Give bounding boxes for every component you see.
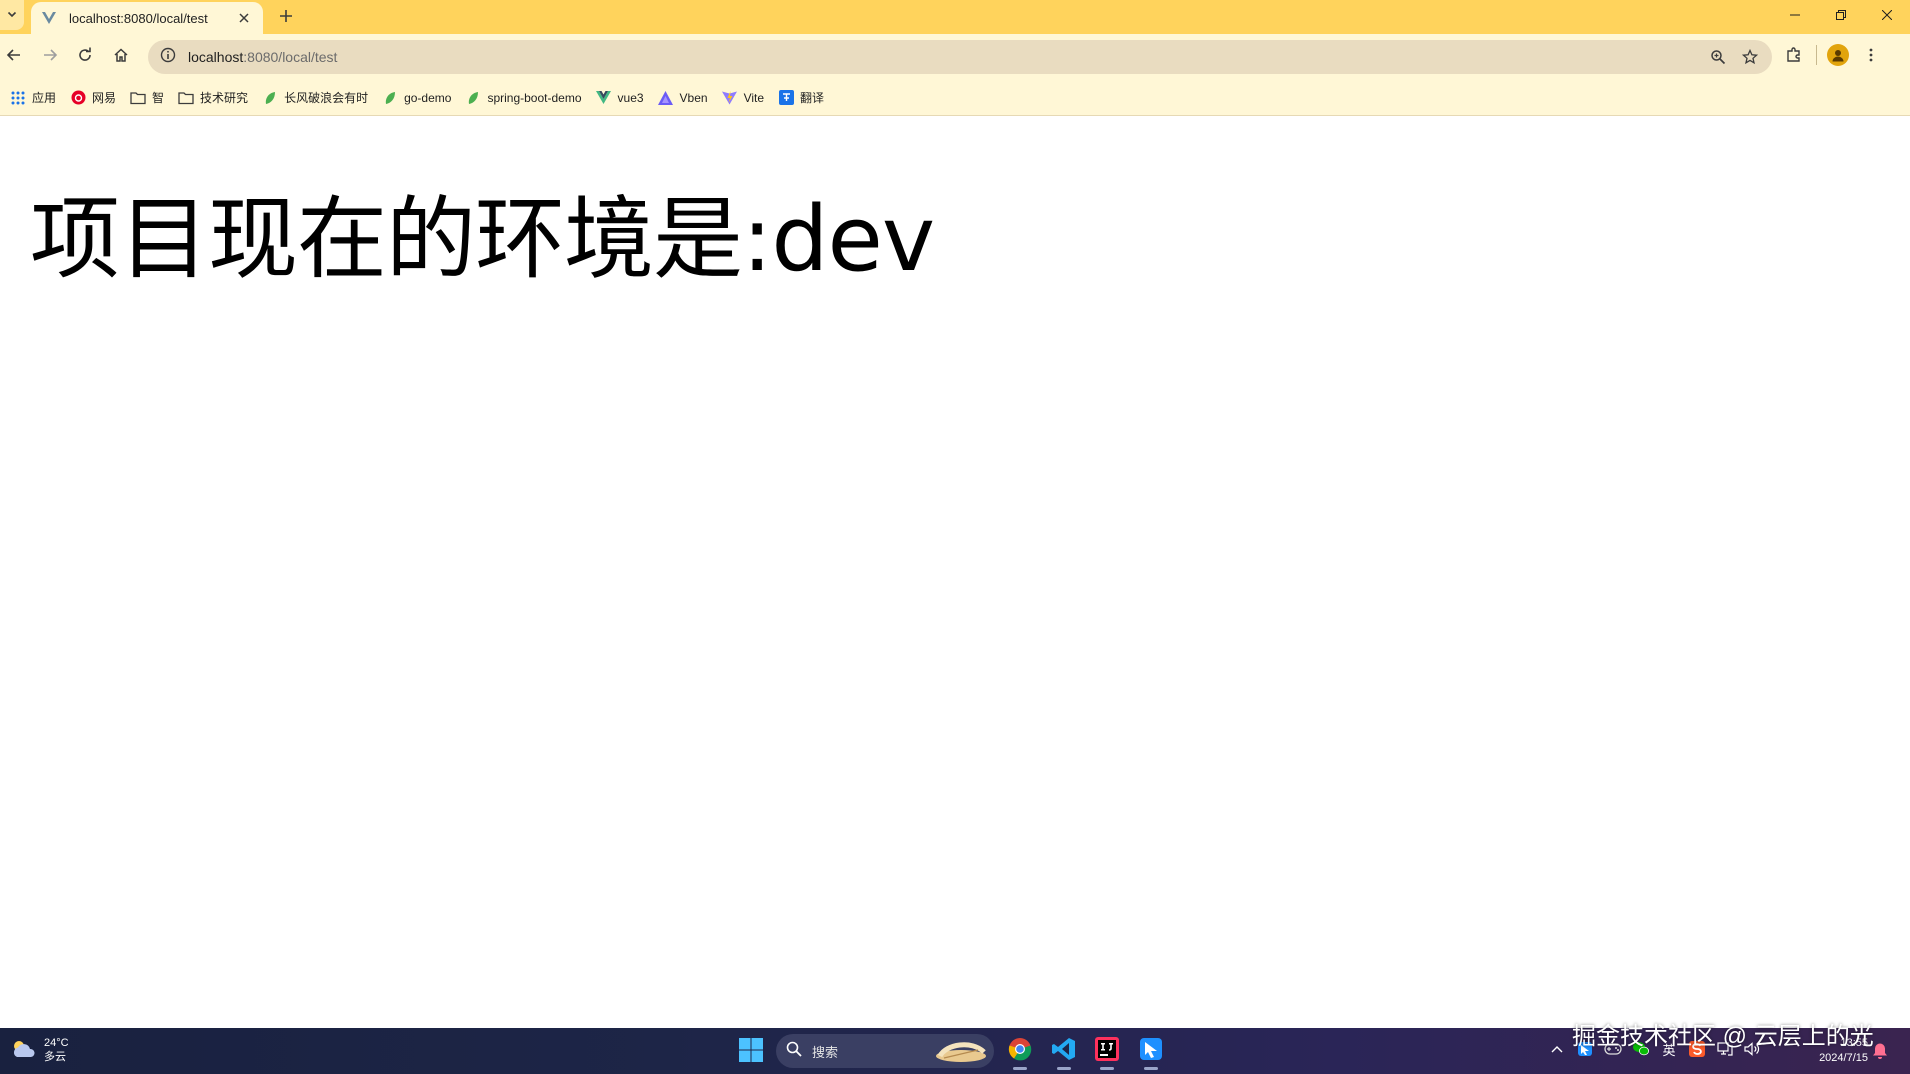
weather-condition: 多云 — [44, 1051, 66, 1063]
home-button[interactable] — [107, 43, 135, 71]
running-indicator — [1144, 1067, 1158, 1070]
back-button[interactable] — [0, 43, 28, 71]
close-tab-icon[interactable] — [235, 9, 253, 27]
bookmark-folder-tech-research[interactable]: 技术研究 — [171, 84, 255, 112]
plus-icon — [279, 3, 293, 29]
tab-strip: localhost:8080/local/test — [0, 0, 1910, 34]
taskbar-search-placeholder: 搜索 — [812, 1044, 839, 1060]
bookmark-star-icon[interactable] — [1738, 45, 1762, 69]
extensions-icon[interactable] — [1782, 43, 1806, 67]
bookmark-label: Vben — [679, 90, 708, 105]
restore-icon — [1836, 7, 1846, 23]
translate-icon — [778, 90, 794, 106]
bookmark-label: 智 — [152, 91, 165, 105]
running-indicator — [1057, 1067, 1071, 1070]
site-info-icon[interactable] — [160, 47, 176, 68]
taskbar-intellij[interactable] — [1091, 1035, 1123, 1070]
leaf-icon — [262, 90, 278, 106]
weather-widget[interactable]: 24°C 多云 — [10, 1036, 69, 1064]
tab-title: localhost:8080/local/test — [69, 10, 208, 26]
page-viewport: 项目现在的环境是:dev — [0, 116, 1910, 1028]
bookmark-go-demo[interactable]: go-demo — [375, 84, 458, 112]
leaf-icon — [382, 90, 398, 106]
url-text: localhost:8080/local/test — [188, 49, 337, 65]
running-indicator — [1100, 1067, 1114, 1070]
home-icon — [113, 47, 129, 68]
bookmark-vite[interactable]: Vite — [715, 84, 771, 112]
bookmark-label: 网易 — [92, 91, 117, 105]
close-window-button[interactable] — [1864, 0, 1910, 30]
vite-icon — [722, 90, 738, 106]
windows-logo-icon — [738, 1038, 764, 1067]
taskbar-chrome[interactable] — [1004, 1035, 1036, 1070]
netease-icon — [70, 90, 86, 106]
bookmark-app-icon — [1139, 1037, 1163, 1066]
bookmark-netease[interactable]: 网易 — [63, 84, 123, 112]
bookmark-label: Vite — [743, 90, 765, 105]
chevron-up-icon[interactable] — [1548, 1040, 1566, 1058]
taskbar-vscode[interactable] — [1048, 1035, 1080, 1070]
forward-button[interactable] — [36, 43, 64, 71]
bookmark-label: spring-boot-demo — [487, 90, 582, 105]
bookmark-label: 应用 — [32, 91, 57, 105]
kebab-menu-icon[interactable] — [1859, 43, 1883, 67]
bookmark-folder-zhi[interactable]: 智 — [123, 84, 171, 112]
zoom-icon[interactable] — [1706, 45, 1730, 69]
bookmark-spring-boot-demo[interactable]: spring-boot-demo — [458, 84, 588, 112]
bookmark-label: vue3 — [617, 90, 644, 105]
browser-toolbar: localhost:8080/local/test — [0, 34, 1910, 80]
reload-icon — [77, 47, 93, 68]
leaf-icon — [465, 90, 481, 106]
url-path: :8080/local/test — [243, 49, 338, 65]
minimize-icon — [1790, 7, 1800, 23]
arrow-right-icon — [42, 47, 58, 68]
vben-icon — [658, 90, 674, 106]
notification-bell-icon[interactable] — [1872, 1042, 1888, 1065]
bookmark-label: go-demo — [404, 90, 452, 105]
folder-icon — [130, 90, 146, 106]
url-host: localhost — [188, 49, 244, 65]
chrome-icon — [1008, 1037, 1032, 1066]
bookmark-label: 翻译 — [800, 91, 825, 105]
search-icon — [786, 1041, 802, 1062]
bookmark-vben[interactable]: Vben — [651, 84, 715, 112]
window-controls — [1772, 0, 1910, 30]
reload-button[interactable] — [71, 43, 99, 71]
bookmark-label: 长风破浪会有时 — [284, 91, 369, 105]
search-highlight-illustration-icon — [934, 1038, 988, 1068]
bookmark-label: 技术研究 — [200, 91, 249, 105]
intellij-icon — [1095, 1036, 1119, 1066]
active-tab[interactable]: localhost:8080/local/test — [31, 2, 263, 34]
bookmark-translate[interactable]: 翻译 — [771, 84, 831, 112]
start-button[interactable] — [738, 1037, 766, 1065]
bookmark-apps[interactable]: 应用 — [3, 84, 63, 112]
bookmarks-bar: 应用 网易 智 技术研究 长风破浪会有时 go-demo spring-boot… — [0, 80, 1910, 116]
restore-button[interactable] — [1818, 0, 1864, 30]
toolbar-divider — [1816, 45, 1817, 65]
vue-favicon-icon — [41, 10, 57, 26]
vue-icon — [596, 90, 612, 106]
page-heading: 项目现在的环境是:dev — [30, 187, 935, 292]
bookmark-vue3[interactable]: vue3 — [589, 84, 651, 112]
bookmark-changfeng[interactable]: 长风破浪会有时 — [255, 84, 375, 112]
close-icon — [1881, 7, 1893, 23]
weather-temperature: 24°C — [44, 1037, 69, 1049]
profile-avatar-icon[interactable] — [1827, 44, 1849, 66]
minimize-button[interactable] — [1772, 0, 1818, 30]
watermark-text: 掘金技术社区 @ 云层上的光 — [1572, 1023, 1874, 1050]
taskbar-feishu[interactable] — [1135, 1035, 1167, 1070]
taskbar-search-box[interactable]: 搜索 — [776, 1034, 994, 1068]
arrow-left-icon — [6, 47, 22, 68]
running-indicator — [1013, 1067, 1027, 1070]
address-bar[interactable]: localhost:8080/local/test — [148, 40, 1772, 74]
chevron-down-icon — [7, 8, 17, 22]
cloudy-weather-icon — [10, 1038, 36, 1063]
folder-icon — [178, 90, 194, 106]
vscode-icon — [1052, 1037, 1076, 1066]
new-tab-button[interactable] — [272, 3, 300, 29]
apps-grid-icon — [10, 90, 26, 106]
tab-search-button[interactable] — [0, 0, 24, 30]
clock-date: 2024/7/15 — [1819, 1052, 1868, 1064]
